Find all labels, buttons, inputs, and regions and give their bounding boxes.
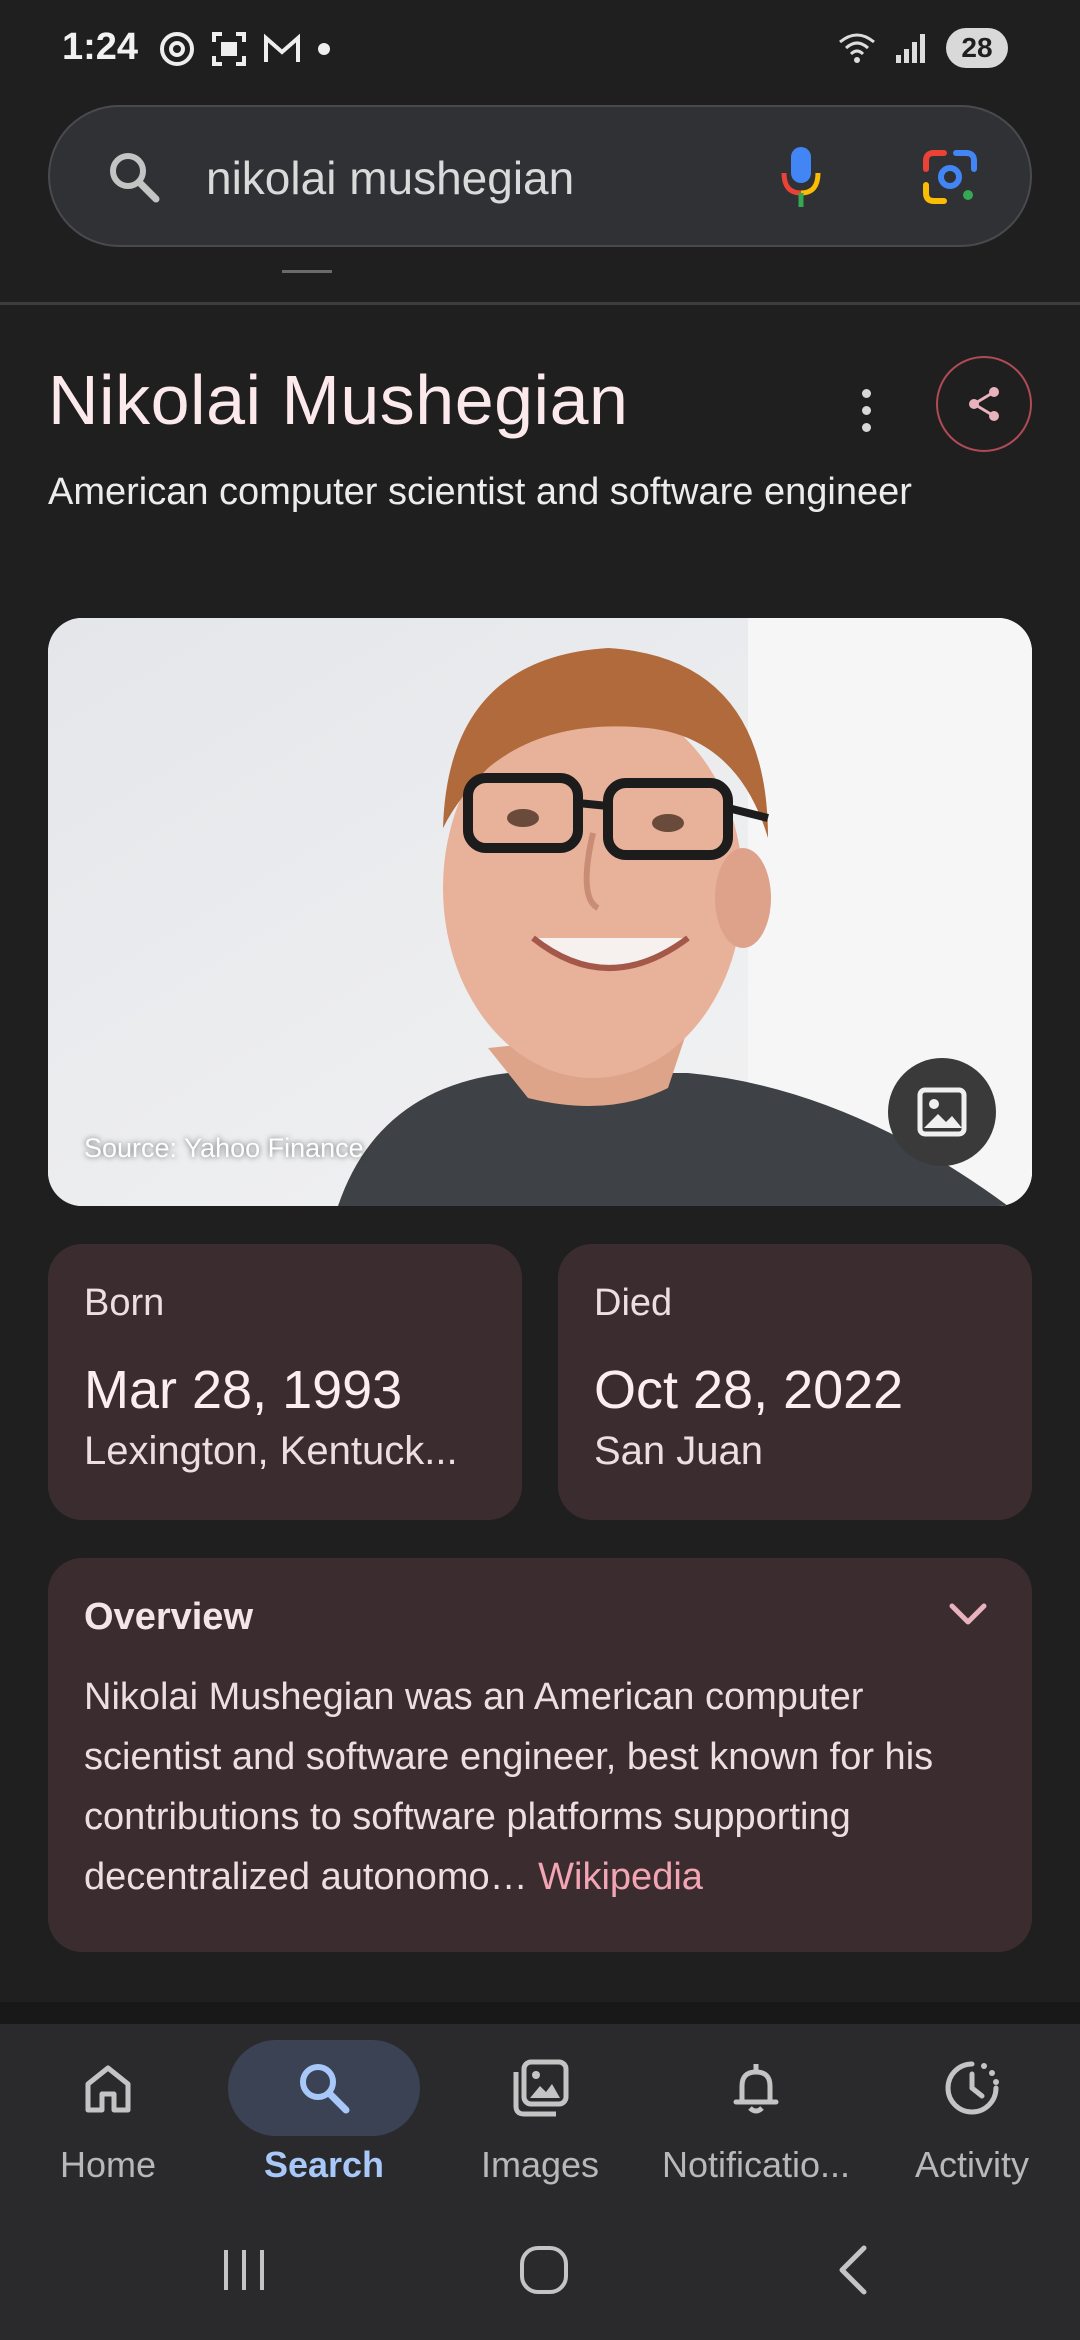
bottom-nav: Home Search Images Notificatio... Activi… (0, 2024, 1080, 2214)
overview-card[interactable]: Overview Nikolai Mushegian was an Americ… (48, 1558, 1032, 1952)
born-card[interactable]: Born Mar 28, 1993 Lexington, Kentuck... (48, 1244, 522, 1520)
born-label: Born (84, 1282, 165, 1324)
system-nav-bar (0, 2214, 1080, 2340)
died-card[interactable]: Died Oct 28, 2022 San Juan (558, 1244, 1032, 1520)
back-icon[interactable] (826, 2242, 882, 2298)
image-icon (917, 1087, 967, 1137)
more-images-button[interactable] (888, 1058, 996, 1166)
wifi-icon (839, 33, 875, 63)
search-input[interactable]: nikolai mushegian (206, 151, 574, 205)
born-place: Lexington, Kentuck... (84, 1429, 458, 1473)
nav-search[interactable]: Search (216, 2024, 432, 2214)
share-button[interactable] (936, 356, 1032, 452)
images-icon (513, 2059, 569, 2117)
signal-icon (896, 34, 925, 63)
nav-notifications-label: Notificatio... (661, 2144, 851, 2185)
share-icon (969, 387, 999, 421)
status-bar: 1:24 28 (0, 0, 1080, 100)
overview-text: Nikolai Mushegian was an American comput… (84, 1667, 996, 1907)
activity-icon (945, 2061, 999, 2115)
image-source: Source: Yahoo Finance (84, 1133, 364, 1163)
overview-title: Overview (84, 1596, 253, 1638)
search-icon (300, 2064, 350, 2114)
recent-apps-icon[interactable] (216, 2242, 272, 2298)
died-date: Oct 28, 2022 (594, 1360, 904, 1420)
search-bar[interactable]: nikolai mushegian (48, 105, 1032, 247)
nav-activity[interactable]: Activity (864, 2024, 1080, 2214)
nav-images[interactable]: Images (432, 2024, 648, 2214)
status-time: 1:24 (62, 26, 139, 68)
nav-activity-label: Activity (914, 2144, 1029, 2185)
home-button-icon[interactable] (516, 2242, 572, 2298)
nav-notifications[interactable]: Notificatio... (648, 2024, 864, 2214)
bell-icon (733, 2064, 779, 2114)
died-place: San Juan (594, 1429, 764, 1473)
microphone-icon[interactable] (778, 143, 824, 213)
gmail-icon (264, 33, 300, 62)
nav-images-label: Images (480, 2144, 600, 2185)
page-subtitle: American computer scientist and software… (48, 471, 912, 513)
nav-home[interactable]: Home (0, 2024, 216, 2214)
status-left-icons (158, 30, 332, 68)
born-date: Mar 28, 1993 (84, 1360, 403, 1420)
screenshot-icon (212, 32, 246, 66)
more-options-icon[interactable] (846, 380, 886, 440)
search-icon (110, 153, 160, 203)
profile-photo[interactable]: Source: Yahoo Finance (48, 618, 1032, 1206)
threads-icon (160, 32, 194, 66)
status-right-icons: 28 (836, 28, 1008, 68)
header-divider (0, 302, 1080, 305)
nav-home-label: Home (59, 2144, 157, 2185)
battery-icon: 28 (946, 28, 1008, 68)
died-label: Died (594, 1282, 673, 1324)
chevron-down-icon[interactable] (948, 1602, 988, 1628)
bottom-divider (0, 2002, 1080, 2024)
overview-body: Nikolai Mushegian was an American comput… (84, 1676, 934, 1898)
dot-icon (318, 43, 330, 55)
nav-search-label: Search (263, 2144, 385, 2185)
wikipedia-link[interactable]: Wikipedia (538, 1856, 703, 1898)
google-lens-icon[interactable] (920, 147, 980, 207)
page-title: Nikolai Mushegian (48, 361, 629, 439)
portrait-illustration (48, 618, 1032, 1206)
scroll-indicator (282, 270, 332, 273)
home-icon (85, 2065, 131, 2113)
